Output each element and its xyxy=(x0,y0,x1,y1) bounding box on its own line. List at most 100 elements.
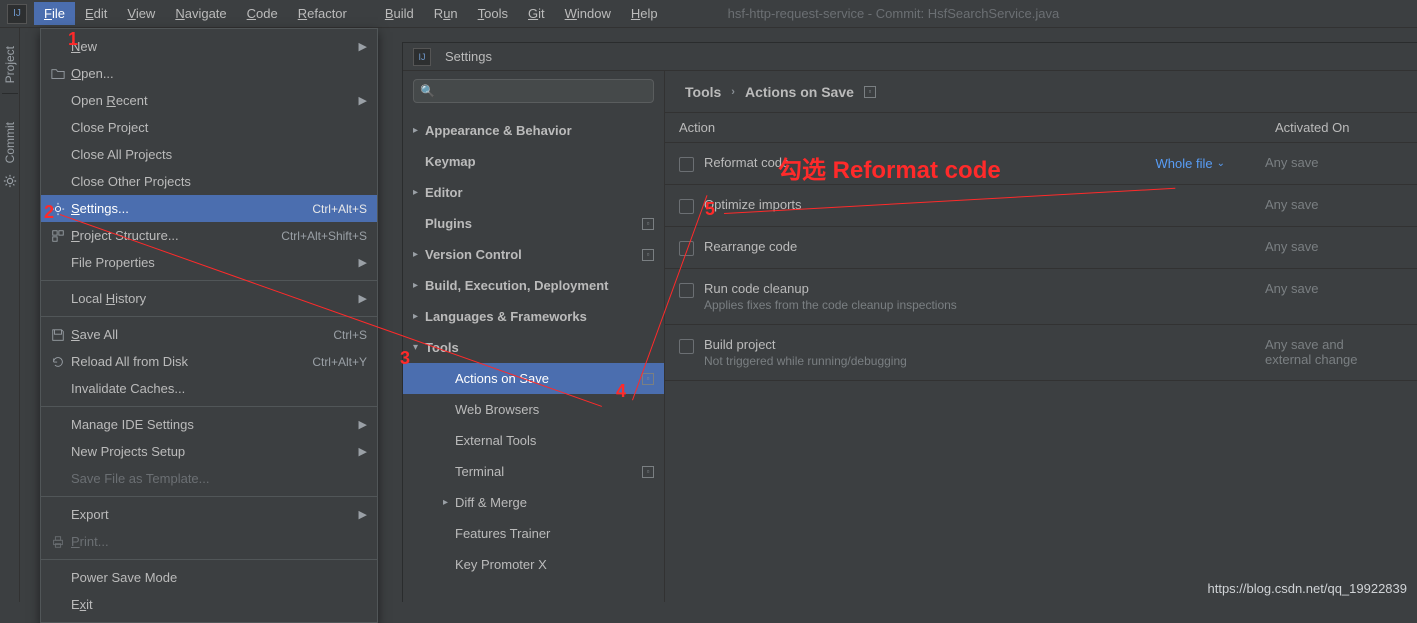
file-menu-item[interactable]: Open Recent▶ xyxy=(41,87,377,114)
tree-node-label: Terminal xyxy=(455,464,504,479)
action-option-dropdown[interactable]: Whole file⌄ xyxy=(1156,155,1225,172)
settings-titlebar: IJ Settings xyxy=(403,43,1417,71)
action-description: Not triggered while running/debugging xyxy=(704,354,1265,368)
menu-git[interactable]: Git xyxy=(518,2,555,25)
action-checkbox[interactable] xyxy=(679,157,694,172)
action-checkbox[interactable] xyxy=(679,339,694,354)
menu-refactor[interactable]: Refactor xyxy=(288,2,357,25)
action-checkbox[interactable] xyxy=(679,283,694,298)
menu-help[interactable]: Help xyxy=(621,2,668,25)
divider xyxy=(41,559,377,560)
settings-tree-panel: 🔍 ▸Appearance & BehaviorKeymap▸EditorPlu… xyxy=(403,71,665,602)
tree-node[interactable]: Features Trainer xyxy=(403,518,664,549)
menu-item-label: Close Project xyxy=(71,120,367,135)
shortcut: Ctrl+Alt+S xyxy=(312,202,367,216)
menu-item-label: Close All Projects xyxy=(71,147,367,162)
file-menu-item[interactable]: Settings...Ctrl+Alt+S xyxy=(41,195,377,222)
tree-node[interactable]: Keymap xyxy=(403,146,664,177)
menu-tools[interactable]: Tools xyxy=(468,2,518,25)
file-menu-item[interactable]: Open... xyxy=(41,60,377,87)
tree-node[interactable]: ▸Version Control▫ xyxy=(403,239,664,270)
tree-node[interactable]: External Tools xyxy=(403,425,664,456)
project-scope-icon: ▫ xyxy=(864,86,876,98)
chevron-icon: ▸ xyxy=(413,280,425,291)
file-menu-item[interactable]: Close All Projects xyxy=(41,141,377,168)
file-menu-item[interactable]: Exit xyxy=(41,591,377,618)
file-menu-item[interactable]: New▶ xyxy=(41,33,377,60)
action-checkbox[interactable] xyxy=(679,241,694,256)
tree-node[interactable]: ▸Build, Execution, Deployment xyxy=(403,270,664,301)
gear-icon xyxy=(49,201,67,217)
file-menu-item[interactable]: New Projects Setup▶ xyxy=(41,438,377,465)
menu-item-label: Reload All from Disk xyxy=(71,354,312,369)
tree-node[interactable]: Actions on Save▫ xyxy=(403,363,664,394)
chevron-right-icon: ▶ xyxy=(359,508,367,521)
divider xyxy=(41,406,377,407)
tool-commit-tab[interactable]: Commit xyxy=(3,122,17,163)
menu-item-label: Manage IDE Settings xyxy=(71,417,359,432)
file-menu-item[interactable]: Close Other Projects xyxy=(41,168,377,195)
tree-node-label: Editor xyxy=(425,185,463,200)
menu-file[interactable]: File xyxy=(34,2,75,25)
menu-run[interactable]: Run xyxy=(424,2,468,25)
settings-app-icon: IJ xyxy=(413,48,431,66)
menu-view[interactable]: View xyxy=(117,2,165,25)
tree-node[interactable]: ▾Tools xyxy=(403,332,664,363)
tree-node[interactable]: Web Browsers xyxy=(403,394,664,425)
tree-node-label: Key Promoter X xyxy=(455,557,547,572)
chevron-right-icon: › xyxy=(731,86,735,98)
menu-code[interactable]: Code xyxy=(237,2,288,25)
file-menu-item: Print... xyxy=(41,528,377,555)
menu-item-label: Open Recent xyxy=(71,93,359,108)
tree-node[interactable]: Plugins▫ xyxy=(403,208,664,239)
chevron-right-icon: ▶ xyxy=(359,445,367,458)
breadcrumb-root[interactable]: Tools xyxy=(685,84,721,100)
blank xyxy=(49,417,67,433)
chevron-icon: ▸ xyxy=(443,497,455,508)
action-activated-on: Any save xyxy=(1265,197,1385,212)
action-activated-on: Any save xyxy=(1265,239,1385,254)
blank xyxy=(49,93,67,109)
menu-edit[interactable]: Edit xyxy=(75,2,117,25)
tree-node[interactable]: ▸Editor xyxy=(403,177,664,208)
menu-build[interactable]: Build xyxy=(375,2,424,25)
menu-navigate[interactable]: Navigate xyxy=(165,2,236,25)
menu-window[interactable]: Window xyxy=(555,2,621,25)
settings-search-input[interactable]: 🔍 xyxy=(413,79,654,103)
action-checkbox[interactable] xyxy=(679,199,694,214)
file-menu-item[interactable]: Export▶ xyxy=(41,501,377,528)
menu-item-label: Open... xyxy=(71,66,367,81)
file-menu-item[interactable]: Power Save Mode xyxy=(41,564,377,591)
menu-item-label: Local History xyxy=(71,291,359,306)
blank xyxy=(49,597,67,613)
menu-item-label: Close Other Projects xyxy=(71,174,367,189)
settings-icon[interactable] xyxy=(3,174,17,188)
file-menu-item[interactable]: Project Structure...Ctrl+Alt+Shift+S xyxy=(41,222,377,249)
tree-node[interactable]: ▸Diff & Merge xyxy=(403,487,664,518)
divider xyxy=(41,280,377,281)
file-menu-item[interactable]: Invalidate Caches... xyxy=(41,375,377,402)
file-menu-item[interactable]: Reload All from DiskCtrl+Alt+Y xyxy=(41,348,377,375)
breadcrumb-leaf: Actions on Save xyxy=(745,84,854,100)
file-menu-item[interactable]: Manage IDE Settings▶ xyxy=(41,411,377,438)
file-menu-item[interactable]: Close Project xyxy=(41,114,377,141)
blank xyxy=(49,39,67,55)
tree-node[interactable]: ▸Languages & Frameworks xyxy=(403,301,664,332)
chevron-right-icon: ▶ xyxy=(359,40,367,53)
tree-node-label: External Tools xyxy=(455,433,536,448)
watermark-url: https://blog.csdn.net/qq_19922839 xyxy=(1208,581,1408,596)
file-menu-item[interactable]: File Properties▶ xyxy=(41,249,377,276)
action-label: Reformat code xyxy=(704,155,1156,170)
tree-node[interactable]: ▸Appearance & Behavior xyxy=(403,115,664,146)
tree-node[interactable]: Terminal▫ xyxy=(403,456,664,487)
chevron-right-icon: ▶ xyxy=(359,418,367,431)
settings-tree: ▸Appearance & BehaviorKeymap▸EditorPlugi… xyxy=(403,111,664,602)
file-menu-dropdown: New▶Open...Open Recent▶Close ProjectClos… xyxy=(40,28,378,623)
chevron-right-icon: ▶ xyxy=(359,256,367,269)
tool-project-tab[interactable]: Project xyxy=(3,46,17,83)
file-menu-item[interactable]: Local History▶ xyxy=(41,285,377,312)
column-activated: Activated On xyxy=(1265,120,1417,135)
tree-node[interactable]: Key Promoter X xyxy=(403,549,664,580)
file-menu-item[interactable]: Save AllCtrl+S xyxy=(41,321,377,348)
shortcut: Ctrl+S xyxy=(333,328,367,342)
